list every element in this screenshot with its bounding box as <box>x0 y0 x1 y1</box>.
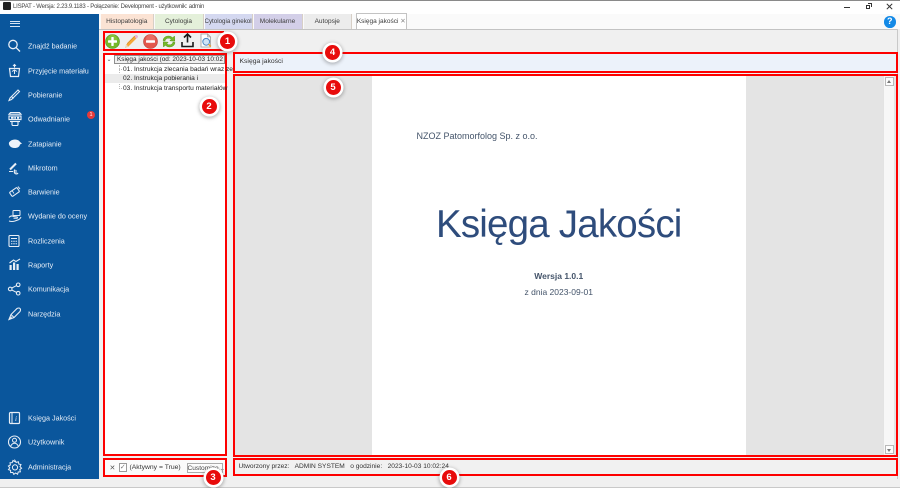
svg-text:i: i <box>15 415 17 423</box>
